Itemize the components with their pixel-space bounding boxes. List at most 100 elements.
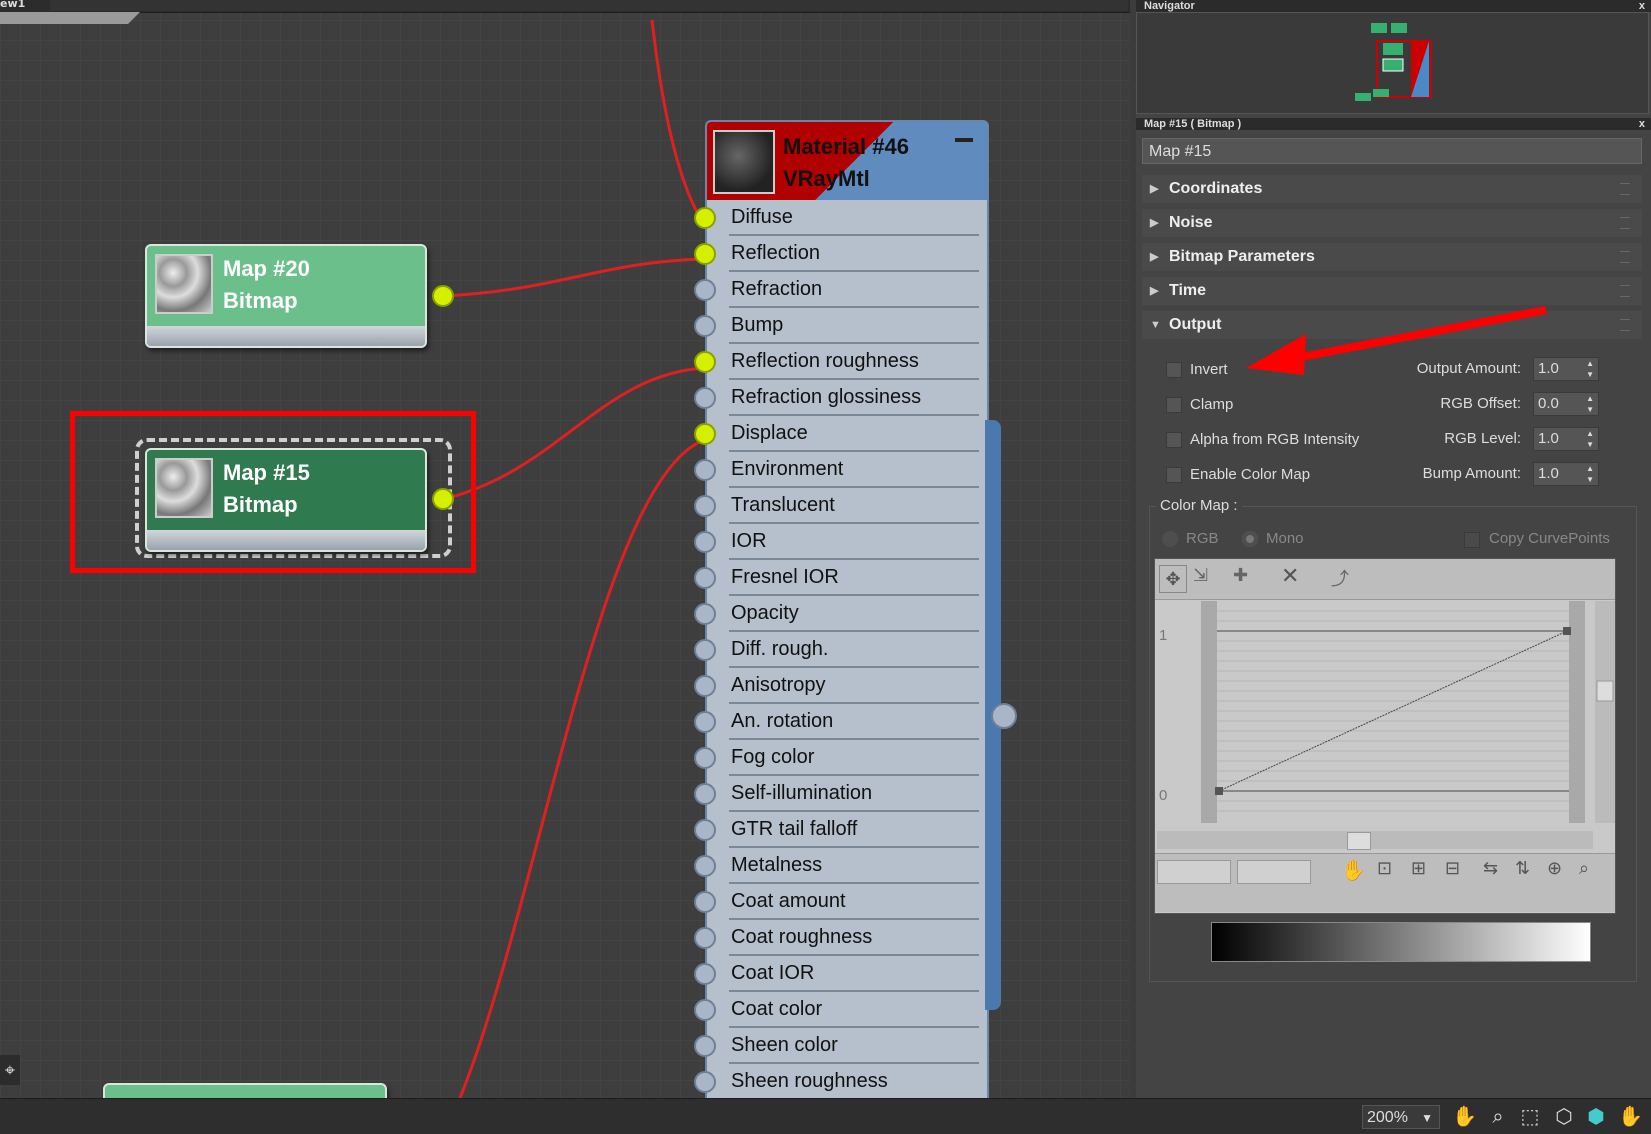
material-slot[interactable]: Sheen color xyxy=(729,1030,979,1064)
curve-graph[interactable] xyxy=(1155,601,1615,831)
material-slot[interactable]: Translucent xyxy=(729,490,979,524)
delete-point-icon[interactable]: ✕ xyxy=(1281,563,1299,589)
material-slot[interactable]: Fresnel IOR xyxy=(729,562,979,596)
zoom-region-icon[interactable]: ⌕ xyxy=(1579,858,1589,879)
material-slot-socket[interactable] xyxy=(694,351,716,373)
material-node[interactable]: Material #46 VRayMtl Diffuse Reflection Re… xyxy=(694,120,989,1098)
material-slot[interactable]: IOR xyxy=(729,526,979,560)
material-slot[interactable]: Opacity xyxy=(729,598,979,632)
zoom-h-extents-icon[interactable]: ⊞ xyxy=(1411,858,1426,879)
navigator-view[interactable] xyxy=(1136,12,1649,114)
material-slot-socket[interactable] xyxy=(694,423,716,445)
material-output-socket[interactable] xyxy=(991,703,1017,729)
material-slot[interactable]: Coat amount xyxy=(729,886,979,920)
material-slot-socket[interactable] xyxy=(694,1071,716,1093)
material-slot-socket[interactable] xyxy=(694,567,716,589)
material-slot-socket[interactable] xyxy=(694,279,716,301)
spinner-arrows-icon[interactable]: ▲ ▼ xyxy=(1586,428,1594,450)
params-close-button[interactable]: x xyxy=(1639,118,1645,130)
bump-amount-spinner[interactable]: 1.0 ▲ ▼ xyxy=(1533,462,1599,486)
material-slot-socket[interactable] xyxy=(694,999,716,1021)
map20-node[interactable]: Map #20 Bitmap xyxy=(145,244,427,348)
material-slot[interactable]: Diffuse xyxy=(729,202,979,236)
rollout-coordinates[interactable]: ▶ Coordinates xyxy=(1142,175,1642,203)
navigator-close-button[interactable]: x xyxy=(1639,0,1645,12)
material-slot-socket[interactable] xyxy=(694,639,716,661)
zoom-icon[interactable]: ⌕ xyxy=(1486,1105,1510,1129)
material-slot-socket[interactable] xyxy=(694,243,716,265)
material-slot[interactable]: Refraction xyxy=(729,274,979,308)
material-slot[interactable]: Refraction glossiness xyxy=(729,382,979,416)
material-slot[interactable]: Sheen roughness xyxy=(729,1066,979,1098)
add-point-icon[interactable]: ✚ xyxy=(1233,565,1248,586)
collapse-icon[interactable] xyxy=(955,138,973,142)
material-slot-socket[interactable] xyxy=(694,819,716,841)
material-slot[interactable]: Self-illumination xyxy=(729,778,979,812)
curve-editor[interactable]: ✥ ⇲ ✚ ✕ ⤴ 1 0 ✋ ⊡ ⊞ ⊟ ⇆ ⇅ ⊕ ⌕ xyxy=(1154,558,1616,914)
material-slot-socket[interactable] xyxy=(694,747,716,769)
zoom-extents-icon[interactable]: ⊡ xyxy=(1377,858,1392,879)
curve-x-input[interactable] xyxy=(1157,860,1231,884)
spinner-arrows-icon[interactable]: ▲ ▼ xyxy=(1586,463,1594,485)
material-slot-socket[interactable] xyxy=(694,891,716,913)
curve-h-scrollbar[interactable] xyxy=(1157,831,1593,850)
rgb-level-spinner[interactable]: 1.0 ▲ ▼ xyxy=(1533,427,1599,451)
material-slot[interactable]: Fog color xyxy=(729,742,979,776)
zoom-dropdown[interactable]: 200% ▼ xyxy=(1362,1105,1440,1129)
zoom-icon[interactable]: ⊕ xyxy=(1547,858,1562,879)
pan-icon[interactable]: ✋ xyxy=(1341,858,1366,883)
material-slot-socket[interactable] xyxy=(694,495,716,517)
move-point-icon[interactable]: ✥ xyxy=(1159,565,1187,593)
pan-icon[interactable]: ✋ xyxy=(1452,1105,1477,1129)
material-slot[interactable]: Coat color xyxy=(729,994,979,1028)
material-slot[interactable]: Diff. rough. xyxy=(729,634,979,668)
enable-color-map-checkbox[interactable] xyxy=(1166,467,1182,483)
material-slot-socket[interactable] xyxy=(694,387,716,409)
map15-output-socket[interactable] xyxy=(432,488,454,510)
alpha-from-rgb-checkbox[interactable] xyxy=(1166,432,1182,448)
material-slot-socket[interactable] xyxy=(694,207,716,229)
material-slot[interactable]: Coat IOR xyxy=(729,958,979,992)
rollout-noise[interactable]: ▶ Noise xyxy=(1142,209,1642,237)
material-slot[interactable]: Environment xyxy=(729,454,979,488)
invert-checkbox[interactable] xyxy=(1166,362,1182,378)
material-slot[interactable]: Reflection roughness xyxy=(729,346,979,380)
h-scroll-thumb[interactable] xyxy=(1347,832,1371,850)
zoom-v-extents-icon[interactable]: ⊟ xyxy=(1445,858,1460,879)
material-slot-socket[interactable] xyxy=(694,1035,716,1057)
map20-output-socket[interactable] xyxy=(432,285,454,307)
material-slot[interactable]: Anisotropy xyxy=(729,670,979,704)
material-slot[interactable]: An. rotation xyxy=(729,706,979,740)
material-slot-socket[interactable] xyxy=(694,531,716,553)
mono-radio[interactable] xyxy=(1242,531,1258,547)
material-slot-socket[interactable] xyxy=(694,855,716,877)
material-slot-socket[interactable] xyxy=(694,459,716,481)
map-name-field[interactable]: Map #15 xyxy=(1142,138,1642,164)
material-slot[interactable]: Displace xyxy=(729,418,979,452)
spinner-arrows-icon[interactable]: ▲ ▼ xyxy=(1586,358,1594,380)
material-slot-socket[interactable] xyxy=(694,783,716,805)
spinner-arrows-icon[interactable]: ▲ ▼ xyxy=(1586,393,1594,415)
material-slot-socket[interactable] xyxy=(694,711,716,733)
material-slot-socket[interactable] xyxy=(694,963,716,985)
node-graph-view[interactable]: ew1 Map #20 Bitmap Map #15 Bitmap ⌖ Mate… xyxy=(0,0,1130,1098)
material-slot-socket[interactable] xyxy=(694,675,716,697)
clamp-checkbox[interactable] xyxy=(1166,397,1182,413)
material-slot[interactable]: Reflection xyxy=(729,238,979,272)
binoculars-icon[interactable]: ⌖ xyxy=(0,1055,20,1085)
reset-curve-icon[interactable]: ⤴ xyxy=(1331,565,1349,591)
material-slot[interactable]: Bump xyxy=(729,310,979,344)
zoom-extents-selected-icon[interactable]: ⬢ xyxy=(1584,1105,1608,1129)
material-slot-socket[interactable] xyxy=(694,927,716,949)
material-slot-socket[interactable] xyxy=(694,315,716,337)
rollout-bitmap-parameters[interactable]: ▶ Bitmap Parameters xyxy=(1142,243,1642,271)
material-slot[interactable]: GTR tail falloff xyxy=(729,814,979,848)
material-slot[interactable]: Metalness xyxy=(729,850,979,884)
scale-point-icon[interactable]: ⇲ xyxy=(1193,565,1208,586)
curve-y-input[interactable] xyxy=(1237,860,1311,884)
zoom-extents-icon[interactable]: ⬡ xyxy=(1552,1105,1576,1129)
rgb-radio[interactable] xyxy=(1162,531,1178,547)
pan-view-icon[interactable]: ✋ xyxy=(1618,1105,1643,1129)
map15-node[interactable]: Map #15 Bitmap xyxy=(145,448,427,552)
zoom-vertical-icon[interactable]: ⇅ xyxy=(1515,858,1530,879)
